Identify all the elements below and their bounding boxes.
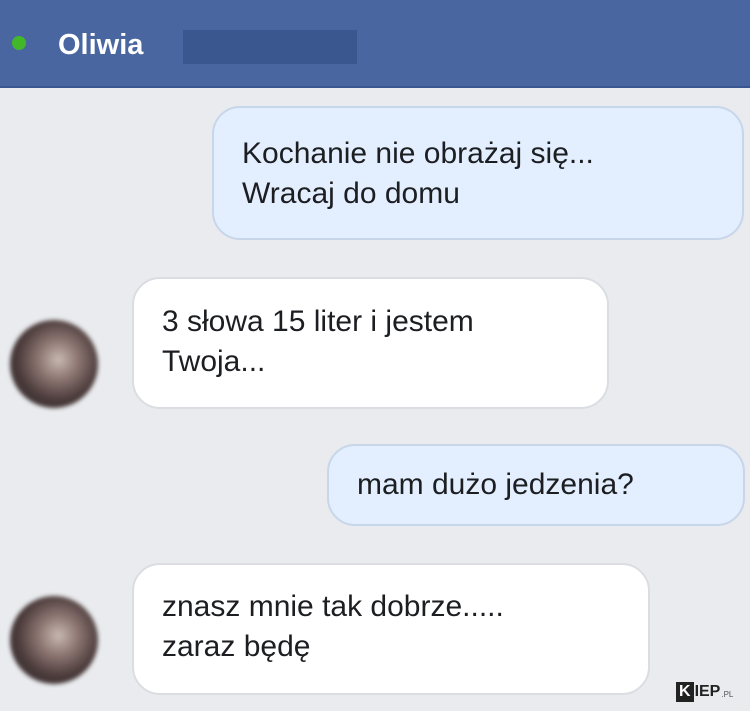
watermark-letter: K: [676, 682, 694, 702]
chat-window: Oliwia Kochanie nie obrażaj się... Wraca…: [0, 0, 750, 711]
message-text: Wracaj do domu: [242, 177, 460, 210]
message-text: Kochanie nie obrażaj się...: [242, 137, 594, 170]
contact-avatar[interactable]: [10, 596, 98, 684]
site-watermark: K IEP .PL: [676, 681, 733, 703]
watermark-suffix: .PL: [721, 690, 734, 699]
redacted-surname: [183, 30, 357, 64]
online-status-icon: [12, 36, 26, 50]
outgoing-message[interactable]: Kochanie nie obrażaj się... Wracaj do do…: [212, 106, 744, 240]
message-text: znasz mnie tak dobrze.....: [162, 590, 504, 623]
chat-header[interactable]: Oliwia: [0, 0, 750, 88]
contact-avatar[interactable]: [10, 320, 98, 408]
outgoing-message[interactable]: mam dużo jedzenia?: [327, 444, 745, 526]
message-text: mam dużo jedzenia?: [357, 468, 634, 501]
incoming-message[interactable]: 3 słowa 15 liter i jestem Twoja...: [132, 277, 609, 409]
watermark-text: IEP: [694, 683, 721, 700]
incoming-message[interactable]: znasz mnie tak dobrze..... zaraz będę: [132, 563, 650, 695]
message-text: 3 słowa 15 liter i jestem: [162, 305, 474, 338]
contact-name[interactable]: Oliwia: [58, 28, 143, 62]
message-text: zaraz będę: [162, 630, 311, 663]
message-text: Twoja...: [162, 345, 266, 378]
